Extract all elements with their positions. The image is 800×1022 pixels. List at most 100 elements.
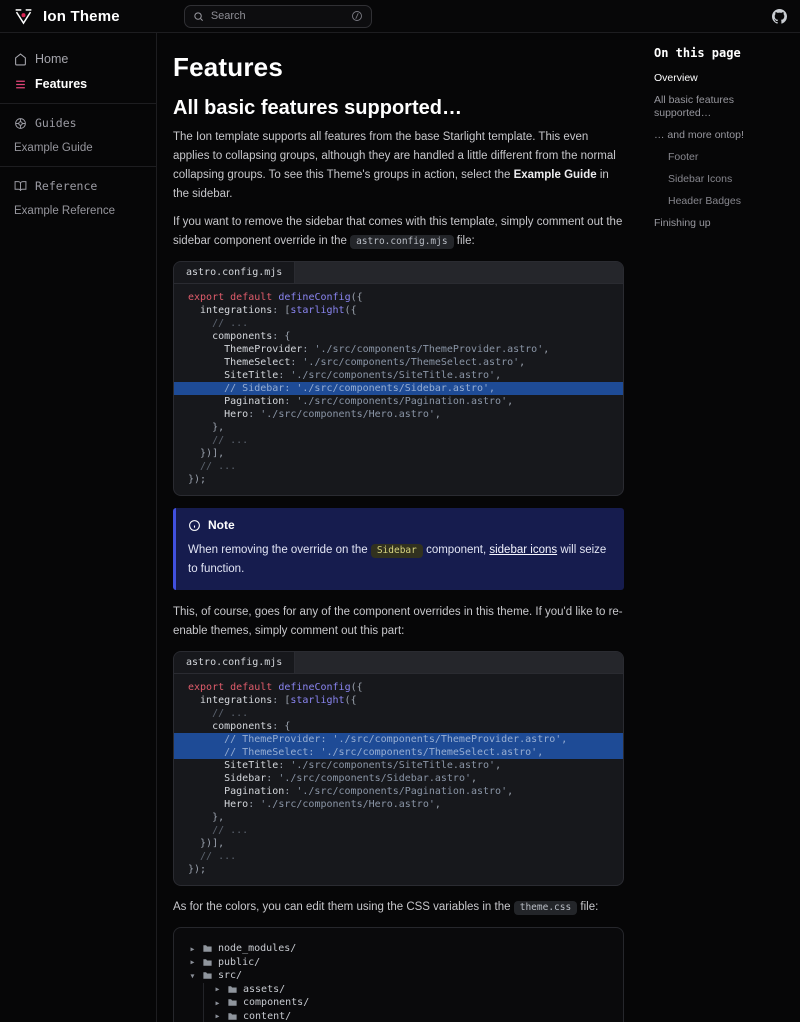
chevron-right-icon: ▶ [213,999,222,1007]
code-block-1: astro.config.mjs export default defineCo… [173,261,624,496]
folder-icon [227,997,238,1008]
code-line-highlighted: // ThemeSelect: './src/components/ThemeS… [174,746,623,759]
search-input[interactable]: Search [184,5,372,28]
chevron-down-icon: ▼ [188,972,197,980]
code-line: integrations: [starlight({ [174,694,623,707]
code-line-highlighted: // Sidebar: './src/components/Sidebar.as… [174,382,623,395]
sidebar-item-example-reference[interactable]: Example Reference [14,205,142,217]
search-icon [193,11,204,22]
code-line: components: { [174,720,623,733]
tree-folder[interactable]: ▶ assets/ [213,983,609,997]
code-body: export default defineConfig({ integratio… [174,674,623,885]
left-sidebar: Home Features Guides Example Guide Refer… [0,33,157,1022]
code-line: }); [174,473,623,486]
compass-icon [14,117,27,130]
home-icon [14,53,27,66]
tree-folder[interactable]: ▶public/ [188,956,609,970]
text: component, [423,544,489,556]
main-content: Features All basic features supported… T… [157,33,640,1022]
text: This, of course, goes for any of the com… [173,606,623,637]
code-filename-tab: astro.config.mjs [174,652,295,673]
code-line: // ... [174,824,623,837]
search-placeholder: Search [211,10,344,22]
tree-folder[interactable]: ▼src/ [188,969,609,983]
folder-icon [227,1011,238,1022]
book-icon [14,180,27,193]
code-line: // ... [174,707,623,720]
text: file: [454,235,475,247]
code-line: })], [174,447,623,460]
toc-sidebar: On this page Overview All basic features … [640,33,800,1022]
code-line: }, [174,421,623,434]
folder-icon [202,970,213,981]
toc-item[interactable]: … and more ontop! [654,129,790,142]
code-line: Sidebar: './src/components/Sidebar.astro… [174,772,623,785]
sidebar-item-label: Features [35,77,87,91]
sidebar-divider [0,103,156,104]
paragraph: The Ion template supports all features f… [173,128,624,204]
code-line: ThemeSelect: './src/components/ThemeSele… [174,356,623,369]
toc-item[interactable]: Footer [654,151,790,164]
sidebar-group-label: Reference [35,179,97,193]
code-body: export default defineConfig({ integratio… [174,284,623,495]
sidebar-item-home[interactable]: Home [14,52,142,66]
page-title: Features [173,52,624,83]
folder-icon [202,943,213,954]
code-line: }); [174,863,623,876]
ion-logo-icon[interactable] [13,6,34,27]
toc-item[interactable]: Header Badges [654,195,790,208]
code-line: ThemeProvider: './src/components/ThemePr… [174,343,623,356]
code-line: }, [174,811,623,824]
text: As for the colors, you can edit them usi… [173,901,514,913]
toc-item[interactable]: All basic features supported… [654,94,790,120]
github-icon[interactable] [772,9,787,24]
code-line: export default defineConfig({ [174,681,623,694]
toc-item[interactable]: Finishing up [654,217,790,230]
toc-item[interactable]: Overview [654,72,790,85]
code-block-2: astro.config.mjs export default defineCo… [173,651,624,886]
note-callout: Note When removing the override on the S… [173,508,624,590]
code-line: components: { [174,330,623,343]
tree-folder[interactable]: ▶ content/ [213,1010,609,1022]
paragraph: If you want to remove the sidebar that c… [173,213,624,251]
code-line-highlighted: // ThemeProvider: './src/components/Them… [174,733,623,746]
section-heading: All basic features supported… [173,97,624,120]
inline-code: astro.config.mjs [350,235,454,249]
code-line: Hero: './src/components/Hero.astro', [174,798,623,811]
code-line: // ... [174,317,623,330]
sidebar-item-features[interactable]: Features [14,77,142,91]
code-line: // ... [174,460,623,473]
folder-name: content/ [243,1011,291,1022]
toc-list: Overview All basic features supported… … a… [654,72,790,230]
site-title[interactable]: Ion Theme [43,8,120,25]
sidebar-item-label: Home [35,52,68,66]
toc-title: On this page [654,46,790,60]
sidebar-item-example-guide[interactable]: Example Guide [14,142,142,154]
file-tree: ▶node_modules/▶public/▼src/ ▶ assets/ ▶ comp… [173,927,624,1022]
chevron-right-icon: ▶ [213,1012,222,1020]
paragraph: As for the colors, you can edit them usi… [173,898,624,917]
bold-text: Example Guide [514,169,597,181]
toc-item[interactable]: Sidebar Icons [654,173,790,186]
code-line: // ... [174,850,623,863]
code-line: SiteTitle: './src/components/SiteTitle.a… [174,369,623,382]
note-body: When removing the override on the Sideba… [188,541,610,578]
paragraph: This, of course, goes for any of the com… [173,603,624,641]
folder-name: assets/ [243,984,285,995]
text: file: [577,901,598,913]
inline-code: theme.css [514,901,577,915]
folder-name: components/ [243,997,309,1008]
inline-code: Sidebar [371,544,423,558]
sidebar-group-reference[interactable]: Reference [14,179,142,193]
inline-link[interactable]: sidebar icons [489,544,557,556]
tree-folder[interactable]: ▶ components/ [213,996,609,1010]
code-line: Pagination: './src/components/Pagination… [174,395,623,408]
text: When removing the override on the [188,544,371,556]
sidebar-divider [0,166,156,167]
tree-folder[interactable]: ▶node_modules/ [188,942,609,956]
chevron-right-icon: ▶ [213,985,222,993]
code-line: Hero: './src/components/Hero.astro', [174,408,623,421]
sidebar-group-guides[interactable]: Guides [14,116,142,130]
chevron-right-icon: ▶ [188,945,197,953]
code-block-header: astro.config.mjs [174,262,623,284]
